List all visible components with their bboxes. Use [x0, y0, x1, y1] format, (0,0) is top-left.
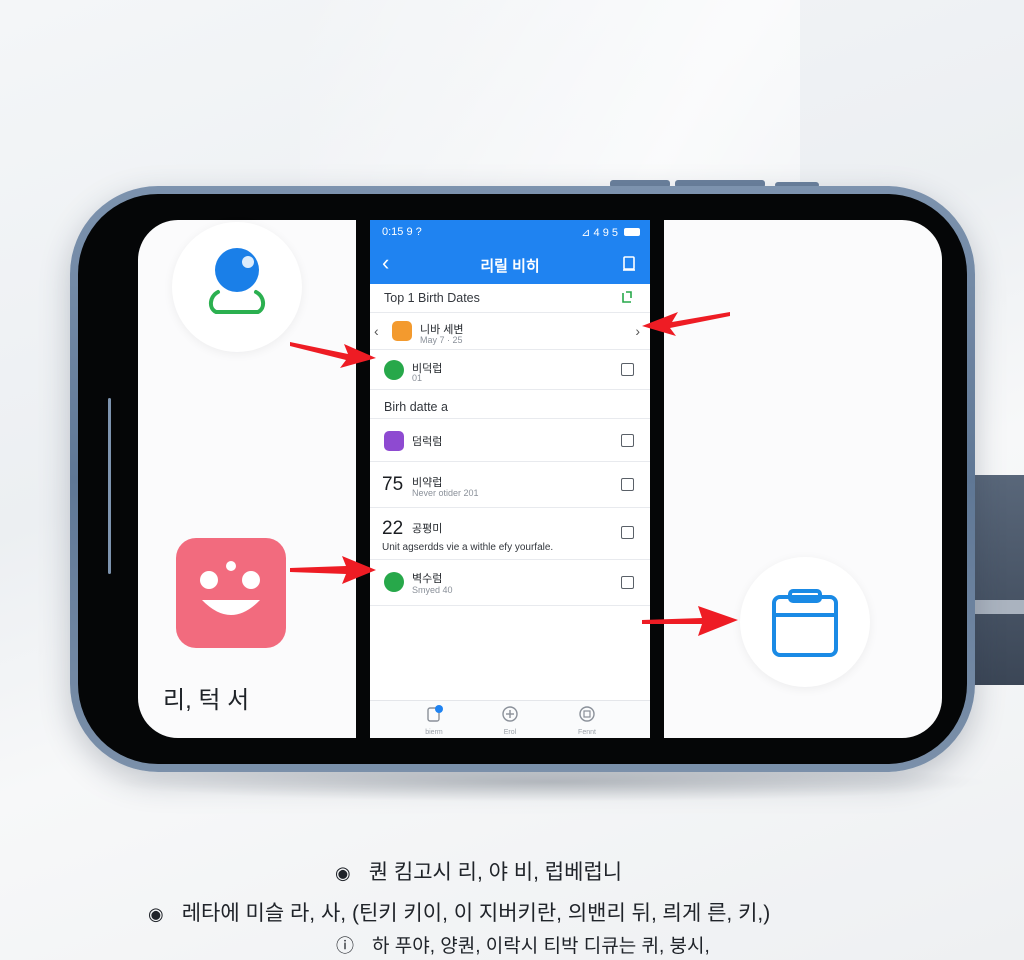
list-item[interactable]: 비덕럽 01	[370, 350, 650, 390]
battery-icon	[624, 228, 640, 236]
person-icon	[209, 248, 265, 314]
calendar-clipboard-icon	[772, 589, 838, 657]
contact-avatar	[384, 572, 404, 592]
contact-date: Never otider 201	[412, 488, 479, 498]
tab-label: bierm	[425, 729, 443, 736]
age-number: 22	[382, 518, 404, 539]
calendar-icon	[579, 706, 595, 722]
list-item[interactable]: 75 비약럽 Never otider 201	[370, 462, 650, 508]
tab-label: Erol	[503, 729, 517, 736]
contact-note: Unit agserdds vie a withle efy yourfale.	[382, 542, 554, 553]
red-arrow-icon	[642, 312, 730, 336]
red-arrow-icon	[290, 556, 376, 584]
list-item[interactable]: 22 공평미 Unit agserdds vie a withle efy yo…	[370, 508, 650, 560]
section-title: Birh datte a	[384, 400, 448, 414]
caption-text: 레타에 미슬 라, 사, (틴키 키이, 이 지버키란, 의밴리 뒤, 릐게 른…	[181, 902, 771, 925]
list-item[interactable]: ‹ 니바 세변 May 7 · 25 ›	[370, 312, 650, 350]
row-checkbox[interactable]	[621, 363, 634, 376]
caption-text: 하 푸야, 양퀀, 이락시 티박 디큐는 퀴, 붕시,	[372, 936, 710, 957]
contacts-icon	[427, 705, 443, 722]
red-arrow-icon	[642, 606, 738, 636]
section-title: Top 1 Birth Dates	[384, 291, 480, 305]
caption-line: ◉ 퀀 킴고시 리, 야 비, 럽베럽니	[335, 856, 622, 886]
bullet-icon: ◉	[148, 904, 164, 924]
red-arrow-icon	[290, 342, 376, 368]
tab-label: Fennt	[578, 729, 596, 736]
add-icon	[502, 706, 518, 722]
page-title: 리릴 비히	[480, 258, 540, 275]
contact-date: May 7 · 25	[420, 335, 463, 345]
tab-events[interactable]: Fennt	[567, 705, 607, 736]
age-number: 75	[382, 474, 404, 495]
contact-name: 공평미	[412, 523, 443, 535]
caption-line: ⓘ 하 푸야, 양퀀, 이락시 티박 디큐는 퀴, 붕시,	[336, 931, 710, 958]
smile-app-icon[interactable]	[176, 538, 286, 648]
contact-name: 덤럭럼	[412, 436, 443, 448]
row-checkbox[interactable]	[621, 434, 634, 447]
side-button	[108, 398, 111, 574]
tab-contacts[interactable]: bierm	[414, 705, 454, 736]
row-checkbox[interactable]	[621, 526, 634, 539]
contact-avatar	[392, 321, 412, 341]
contact-avatar	[384, 431, 404, 451]
caption-text: 퀀 킴고시 리, 야 비, 럽베럽니	[368, 861, 623, 884]
tab-bar: bierm Erol Fennt	[370, 700, 650, 738]
tab-add[interactable]: Erol	[490, 705, 530, 736]
contact-date: Smyed 40	[412, 585, 453, 595]
list-item[interactable]: 벽수럼 Smyed 40	[370, 560, 650, 606]
smiley-icon	[200, 561, 260, 615]
info-icon: ⓘ	[336, 936, 354, 956]
refresh-icon[interactable]	[620, 290, 634, 309]
app-header: ‹ 리릴 비히	[370, 244, 650, 284]
left-panel-caption: 리, 턱 서	[163, 687, 250, 714]
contact-avatar	[384, 360, 404, 380]
bullet-icon: ◉	[335, 863, 351, 883]
status-time: 0:15 9 ?	[382, 226, 422, 238]
contact-app-icon[interactable]	[172, 222, 302, 352]
contact-date: 01	[412, 373, 423, 383]
clipboard-app-icon[interactable]	[740, 557, 870, 687]
contact-name: 벽수럼	[412, 573, 443, 585]
signal-icon: ⊿ 4 9 5	[581, 227, 618, 239]
row-checkbox[interactable]	[621, 478, 634, 491]
status-bar: 0:15 9 ? ⊿ 4 9 5	[370, 220, 650, 244]
list-item[interactable]: 덤럭럼	[370, 418, 650, 462]
share-icon[interactable]	[622, 254, 636, 277]
caption-line: ◉ 레타에 미슬 라, 사, (틴키 키이, 이 지버키란, 의밴리 뒤, 릐게 …	[148, 897, 770, 927]
row-checkbox[interactable]	[621, 576, 634, 589]
birthday-app-screen: 0:15 9 ? ⊿ 4 9 5 ‹ 리릴 비히 Top 1 Birth Dat…	[370, 220, 650, 738]
